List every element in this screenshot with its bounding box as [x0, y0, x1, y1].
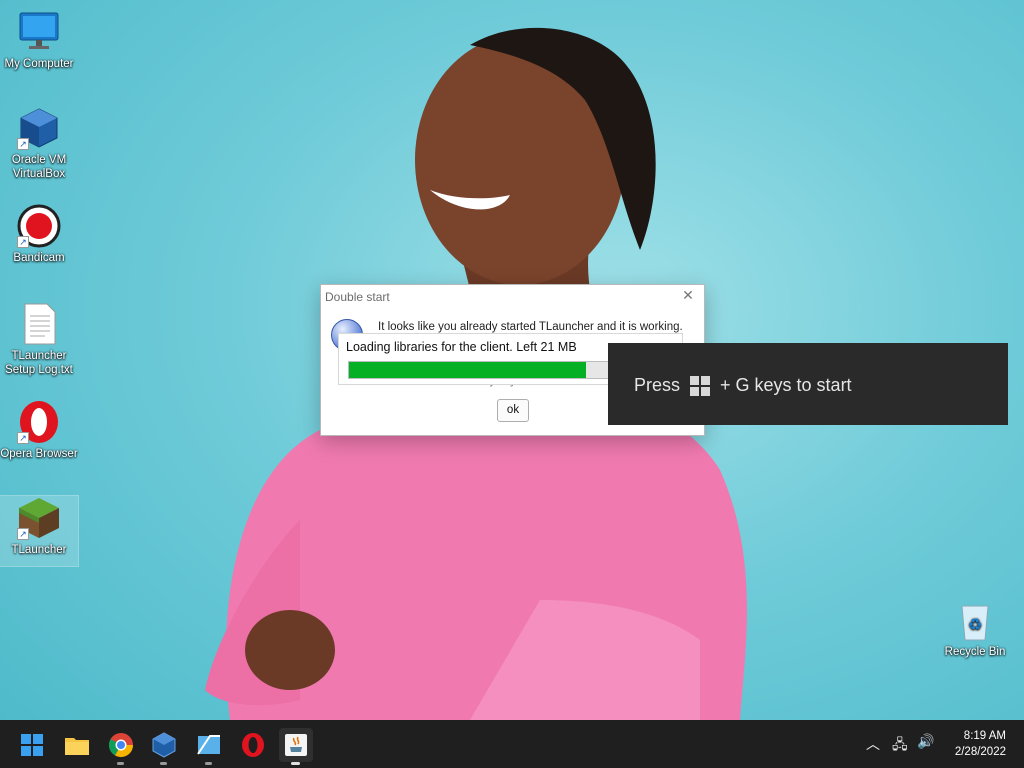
bandicam-icon: ↗ — [17, 204, 61, 248]
clock-date: 2/28/2022 — [954, 746, 1006, 758]
dialog-message: It looks like you already started TLaunc… — [378, 321, 683, 333]
network-app-icon — [197, 735, 220, 755]
taskbar-opera[interactable] — [236, 728, 270, 762]
ok-button[interactable]: ok — [497, 399, 529, 422]
desktop-icon-label: Oracle VM VirtualBox — [11, 154, 67, 180]
running-indicator — [117, 762, 124, 765]
file-explorer-icon — [65, 738, 89, 755]
volume-icon[interactable]: 🔊 — [917, 734, 934, 750]
clock-time: 8:19 AM — [963, 730, 1006, 742]
hint-keys-text: + G keys to start — [720, 375, 852, 395]
desktop-icon-tlauncher-log[interactable]: TLauncher Setup Log.txt — [0, 302, 78, 377]
windows-logo-icon — [690, 375, 711, 396]
shortcut-arrow-icon: ↗ — [17, 528, 29, 540]
taskbar-network-app[interactable] — [192, 728, 226, 765]
virtualbox-icon: ↗ — [17, 106, 61, 150]
opera-icon — [242, 733, 264, 757]
grass-block-icon: ↗ — [17, 496, 61, 540]
desktop-icon-label: Opera Browser — [0, 448, 78, 460]
running-indicator — [291, 762, 300, 765]
desktop-icon-label: My Computer — [4, 58, 74, 70]
start-button[interactable] — [15, 728, 49, 762]
taskbar-virtualbox[interactable] — [147, 728, 181, 765]
chrome-icon — [108, 733, 133, 758]
hint-press-text: Press — [634, 375, 681, 395]
virtualbox-icon — [152, 732, 176, 758]
desktop-icon-opera[interactable]: ↗ Opera Browser — [0, 400, 78, 461]
svg-text:♻: ♻ — [968, 615, 982, 634]
java-icon — [285, 734, 307, 756]
opera-icon: ↗ — [17, 400, 61, 444]
taskbar-clock[interactable]: 8:19 AM 2/28/2022 — [946, 728, 1006, 760]
desktop-icon-label: Recycle Bin — [944, 646, 1006, 658]
download-progress-bar — [348, 361, 610, 379]
shortcut-arrow-icon: ↗ — [17, 236, 29, 248]
desktop-icon-label: Bandicam — [13, 252, 65, 264]
text-file-icon — [17, 302, 61, 346]
taskbar-chrome[interactable] — [104, 728, 138, 765]
taskbar-java[interactable] — [279, 728, 313, 765]
taskbar: ︿ 🖧 🔊 8:19 AM 2/28/2022 — [0, 720, 1024, 768]
gamebar-hint-toast: Press + G keys to start — [608, 343, 1008, 425]
shortcut-arrow-icon: ↗ — [17, 432, 29, 444]
loading-status-text: Loading libraries for the client. Left 2… — [346, 340, 577, 354]
progress-fill — [349, 362, 586, 378]
taskbar-file-explorer[interactable] — [60, 728, 94, 762]
desktop-icon-bandicam[interactable]: ↗ Bandicam — [0, 204, 78, 265]
desktop-icon-recycle-bin[interactable]: ♻ Recycle Bin — [936, 598, 1014, 659]
monitor-icon — [17, 10, 61, 54]
running-indicator — [160, 762, 167, 765]
recycle-bin-icon: ♻ — [953, 598, 997, 642]
desktop-icon-label: TLauncher Setup Log.txt — [5, 350, 73, 376]
desktop-icon-my-computer[interactable]: My Computer — [0, 10, 78, 71]
start-icon — [21, 734, 43, 756]
close-icon[interactable]: ✕ — [680, 288, 696, 304]
desktop-icon-label: TLauncher — [11, 544, 67, 556]
shortcut-arrow-icon: ↗ — [17, 138, 29, 150]
desktop-icon-tlauncher[interactable]: ↗ TLauncher — [0, 495, 79, 567]
dialog-title: Double start — [325, 290, 390, 304]
chevron-up-icon[interactable]: ︿ — [866, 734, 880, 754]
running-indicator — [205, 762, 212, 765]
desktop-icon-virtualbox[interactable]: ↗ Oracle VM VirtualBox — [0, 106, 78, 181]
network-icon[interactable]: 🖧 — [892, 734, 908, 758]
